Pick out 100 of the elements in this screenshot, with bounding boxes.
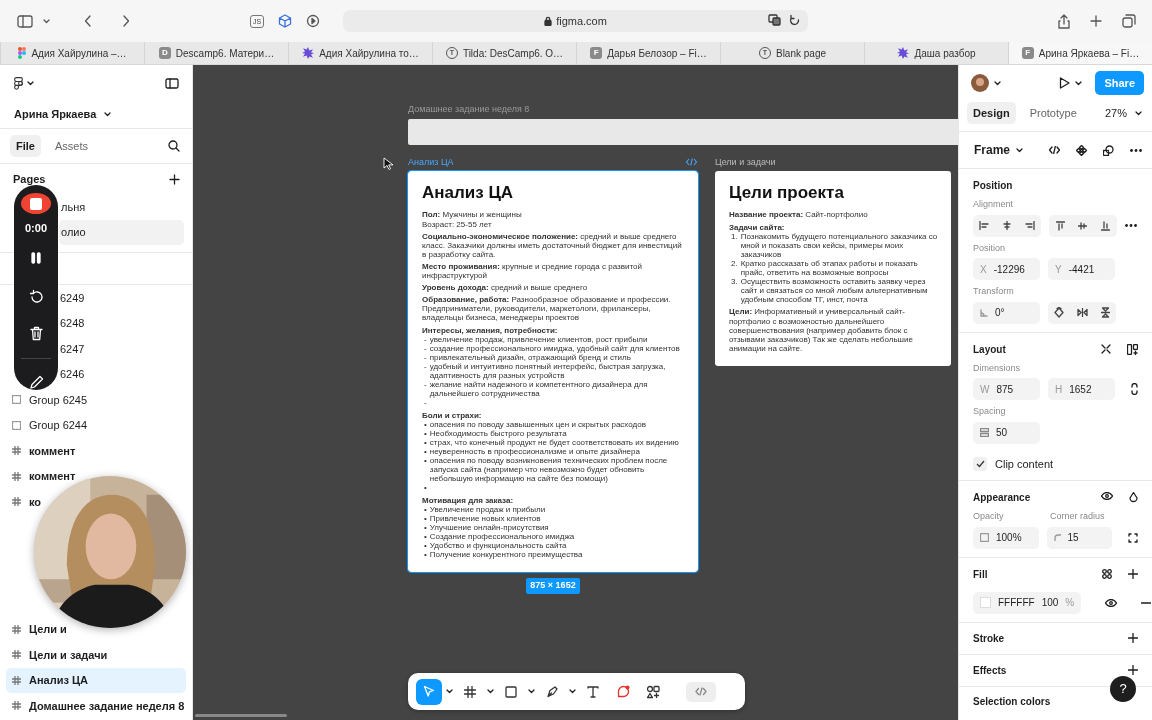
input-field[interactable]: H 1652 bbox=[1048, 378, 1115, 400]
caret-icon[interactable] bbox=[1016, 147, 1024, 153]
input-field[interactable]: Y -4421 bbox=[1048, 258, 1115, 280]
browser-tab[interactable]: F Дарья Белозор – Fi… bbox=[576, 42, 720, 64]
tabs-icon[interactable] bbox=[1122, 14, 1136, 28]
input-field[interactable]: W 875 bbox=[973, 378, 1040, 400]
layer-name[interactable]: Цели и bbox=[29, 621, 67, 638]
browser-tab[interactable]: Адия Хайрулина то… bbox=[288, 42, 432, 64]
layer-name[interactable]: ко bbox=[29, 493, 42, 510]
align-top-icon[interactable] bbox=[1055, 220, 1065, 231]
panel-tab[interactable]: Design bbox=[967, 101, 1016, 125]
design-frame[interactable] bbox=[408, 171, 698, 573]
frame-label[interactable]: Анализ ЦА bbox=[408, 156, 454, 170]
layer-item[interactable]: Анализ ЦА bbox=[6, 667, 186, 693]
align-right-icon[interactable] bbox=[1024, 221, 1035, 230]
align-center-icon[interactable] bbox=[1002, 221, 1012, 230]
collapse-icon[interactable] bbox=[1101, 343, 1111, 354]
eye-icon[interactable] bbox=[1105, 598, 1118, 607]
align-middle-icon[interactable] bbox=[1078, 220, 1088, 231]
plus-icon[interactable] bbox=[1128, 569, 1138, 579]
trash-icon[interactable] bbox=[29, 326, 43, 342]
input-field[interactable]: 50 bbox=[973, 421, 1040, 444]
checkbox[interactable] bbox=[973, 456, 987, 471]
share-icon[interactable] bbox=[1058, 13, 1070, 29]
layer-name[interactable]: 6249 bbox=[60, 289, 85, 306]
browser-tab[interactable]: D Descamp6. Матери… bbox=[144, 42, 288, 64]
color-swatch[interactable] bbox=[980, 597, 991, 608]
input-field[interactable]: 0° bbox=[973, 301, 1040, 324]
flip-vertical-icon[interactable] bbox=[1100, 307, 1110, 318]
pause-icon[interactable] bbox=[31, 251, 41, 264]
plus-icon[interactable] bbox=[1128, 665, 1138, 675]
layer-name[interactable]: Group 6245 bbox=[29, 391, 88, 408]
caret-icon[interactable] bbox=[1075, 80, 1083, 86]
frame-type[interactable]: Frame bbox=[974, 141, 1011, 159]
constrain-icon[interactable] bbox=[1131, 383, 1138, 395]
caret-icon[interactable] bbox=[27, 80, 34, 86]
auto-layout-icon[interactable] bbox=[1127, 343, 1138, 355]
frame-label[interactable]: Цели и задачи bbox=[715, 156, 776, 170]
layer-name[interactable]: Group 6244 bbox=[29, 417, 88, 434]
input-field[interactable]: 15 bbox=[1046, 526, 1112, 549]
pen-icon[interactable] bbox=[28, 375, 44, 390]
align-group[interactable] bbox=[1049, 214, 1117, 237]
figma-logo-icon[interactable] bbox=[14, 76, 23, 90]
eye-icon[interactable] bbox=[1101, 492, 1113, 500]
panel-tab[interactable]: Assets bbox=[48, 134, 94, 158]
input-field[interactable]: 100% bbox=[973, 526, 1039, 549]
layer-name[interactable]: 6248 bbox=[60, 315, 85, 332]
caret-icon[interactable] bbox=[446, 689, 453, 694]
layer-name[interactable]: Домашнее задание неделя 8 bbox=[29, 697, 185, 714]
browser-tab[interactable]: Адия Хайрулина –… bbox=[0, 42, 144, 64]
cube-icon[interactable] bbox=[278, 14, 293, 28]
caret-icon[interactable] bbox=[43, 18, 50, 24]
input-field[interactable]: X -12296 bbox=[973, 258, 1040, 280]
layer-name[interactable]: коммент bbox=[29, 468, 76, 485]
transform-group[interactable] bbox=[1048, 301, 1116, 324]
sidebar-icon[interactable] bbox=[165, 77, 179, 89]
code-icon[interactable] bbox=[1049, 146, 1060, 154]
section-label[interactable]: Домашнее задание неделя 8 bbox=[408, 103, 530, 117]
caret-icon[interactable] bbox=[1135, 110, 1142, 116]
scrollbar[interactable] bbox=[195, 714, 287, 717]
reload-icon[interactable] bbox=[789, 14, 800, 26]
design-frame[interactable] bbox=[715, 171, 951, 367]
minus-icon[interactable] bbox=[1141, 601, 1152, 604]
panel-tab[interactable]: Prototype bbox=[1023, 101, 1083, 125]
play-icon[interactable] bbox=[1059, 77, 1071, 89]
color-field[interactable]: FFFFFF 100 % bbox=[973, 591, 1082, 614]
translate-icon[interactable] bbox=[768, 14, 781, 26]
plus-icon[interactable] bbox=[169, 174, 180, 185]
zoom-level[interactable]: 27% bbox=[1104, 104, 1127, 122]
flip-horizontal-icon[interactable] bbox=[1077, 308, 1088, 317]
component-icon[interactable] bbox=[1076, 144, 1087, 156]
more-icon[interactable] bbox=[1130, 148, 1142, 152]
caret-icon[interactable] bbox=[994, 80, 1001, 86]
layer-name[interactable]: Цели и задачи bbox=[29, 646, 108, 663]
help-button[interactable]: ? bbox=[1110, 676, 1136, 702]
rotate-icon[interactable] bbox=[1054, 307, 1065, 318]
corners-icon[interactable] bbox=[1128, 532, 1138, 543]
drop-icon[interactable] bbox=[1129, 492, 1138, 503]
stop-button[interactable] bbox=[21, 193, 51, 215]
caret-icon[interactable] bbox=[528, 689, 535, 694]
layer-name[interactable]: 6247 bbox=[60, 340, 85, 357]
browser-tab[interactable]: F Арина Яркаева – Fi… bbox=[1008, 42, 1152, 64]
more-icon[interactable] bbox=[1125, 224, 1137, 227]
file-name[interactable]: Арина Яркаева bbox=[14, 106, 97, 123]
align-left-icon[interactable] bbox=[979, 221, 990, 230]
forward-icon[interactable] bbox=[122, 15, 130, 27]
back-icon[interactable] bbox=[84, 15, 92, 27]
search-icon[interactable] bbox=[168, 140, 180, 152]
caret-icon[interactable] bbox=[569, 689, 576, 694]
layer-name[interactable]: 6246 bbox=[60, 366, 85, 383]
caret-icon[interactable] bbox=[104, 112, 112, 117]
align-group[interactable] bbox=[973, 214, 1041, 237]
plus-icon[interactable] bbox=[1128, 633, 1138, 643]
styles-icon[interactable] bbox=[1102, 569, 1112, 579]
caret-icon[interactable] bbox=[487, 689, 494, 694]
address-bar[interactable]: figma.com bbox=[343, 10, 808, 32]
layer-name[interactable]: коммент bbox=[29, 442, 76, 459]
page-item[interactable]: олио bbox=[59, 220, 184, 245]
restart-icon[interactable] bbox=[28, 288, 44, 304]
panel-tab[interactable]: File bbox=[10, 134, 41, 158]
